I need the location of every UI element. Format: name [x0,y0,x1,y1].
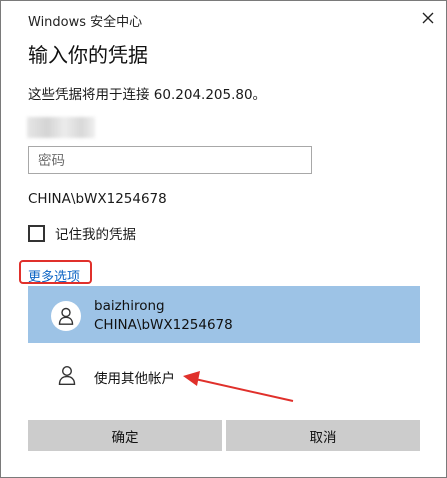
redacted-username [27,117,95,138]
other-account-label: 使用其他帐户 [94,371,175,387]
app-title: Windows 安全中心 [28,15,143,30]
credential-dialog: Windows 安全中心 输入你的凭据 这些凭据将用于连接 60.204.205… [0,0,447,478]
user-icon [58,365,76,385]
account-item-selected[interactable]: baizhirong CHINA\bWX1254678 [28,286,420,343]
account-item-other[interactable]: 使用其他帐户 [28,351,420,399]
user-icon [58,307,74,325]
close-icon [422,12,434,24]
ok-button[interactable]: 确定 [28,420,222,451]
remember-checkbox[interactable] [28,224,45,242]
close-button[interactable] [414,5,442,31]
account-name: baizhirong [94,298,165,314]
cancel-button[interactable]: 取消 [226,420,420,451]
remember-label: 记住我的凭据 [55,227,136,243]
dialog-heading: 输入你的凭据 [28,43,148,67]
title-bar: Windows 安全中心 [1,1,446,35]
dialog-subtitle: 这些凭据将用于连接 60.204.205.80。 [28,87,267,103]
account-domain: CHINA\bWX1254678 [94,317,233,333]
domain-label: CHINA\bWX1254678 [28,191,167,207]
password-input[interactable] [36,148,310,174]
password-field[interactable] [28,146,312,174]
more-options-link[interactable]: 更多选项 [28,266,80,285]
avatar [51,301,81,331]
remember-credentials[interactable]: 记住我的凭据 [28,223,136,243]
